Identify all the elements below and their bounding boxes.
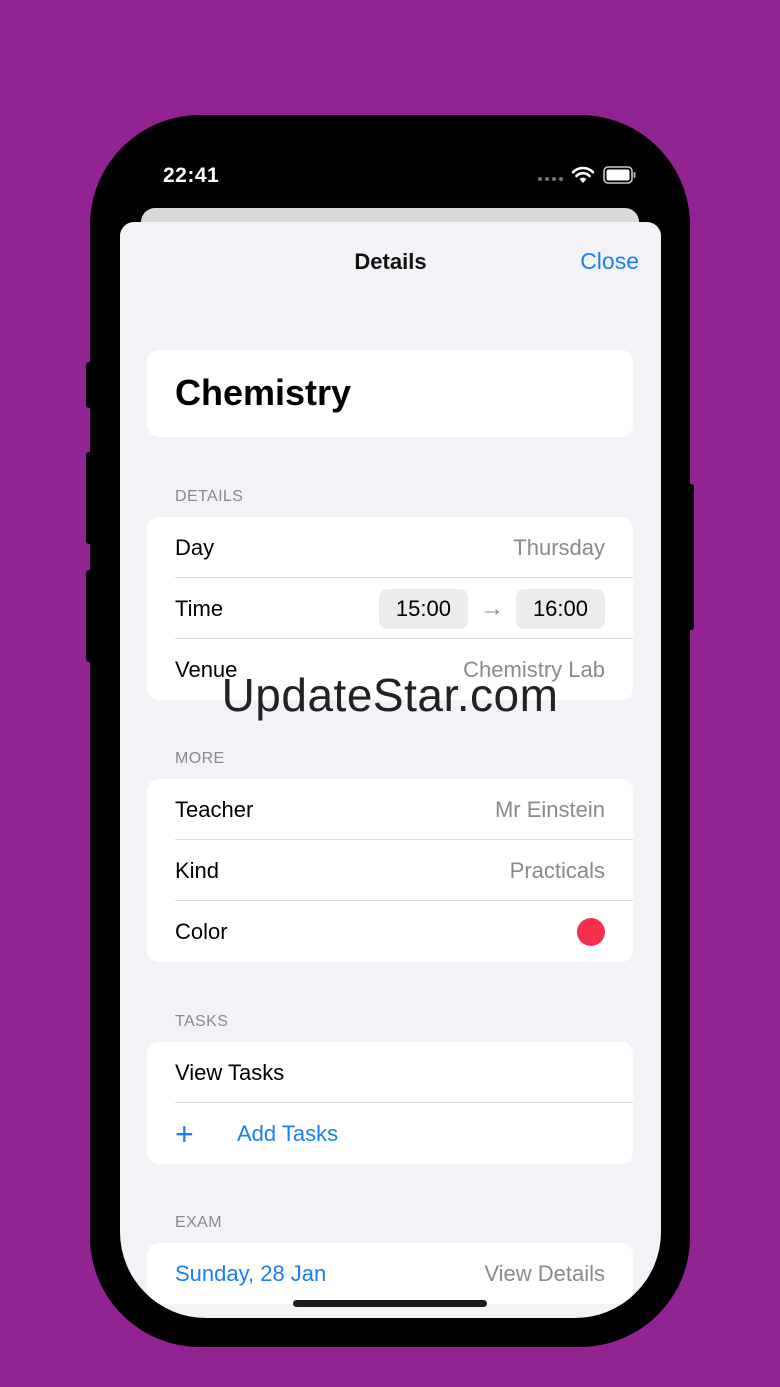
- wifi-icon: [571, 166, 595, 183]
- details-section-header: DETAILS: [175, 488, 244, 505]
- kind-row[interactable]: Kind Practicals: [147, 840, 633, 901]
- power-button: [688, 484, 694, 630]
- time-label: Time: [175, 595, 224, 621]
- day-value: Thursday: [513, 534, 605, 560]
- volume-up-button: [86, 452, 92, 544]
- close-button[interactable]: Close: [580, 248, 639, 275]
- arrow-right-icon: →: [479, 594, 504, 622]
- view-tasks-row[interactable]: View Tasks: [147, 1042, 633, 1103]
- mute-switch: [86, 362, 92, 408]
- plus-icon: +: [175, 1115, 194, 1152]
- status-icons: [538, 166, 637, 184]
- color-label: Color: [175, 918, 228, 944]
- subject-title-card[interactable]: Chemistry: [147, 350, 633, 437]
- time-row: Time 15:00 → 16:00: [147, 578, 633, 639]
- teacher-label: Teacher: [175, 796, 254, 822]
- exam-row[interactable]: Sunday, 28 Jan View Details: [147, 1243, 633, 1304]
- end-time-picker[interactable]: 16:00: [515, 588, 605, 629]
- start-time-picker[interactable]: 15:00: [378, 588, 468, 629]
- color-row[interactable]: Color: [147, 901, 633, 962]
- more-section-header: MORE: [175, 750, 225, 767]
- battery-icon: [603, 166, 636, 184]
- view-details-link[interactable]: View Details: [484, 1261, 605, 1287]
- day-label: Day: [175, 534, 215, 560]
- color-swatch[interactable]: [577, 917, 605, 946]
- day-row[interactable]: Day Thursday: [147, 517, 633, 578]
- add-tasks-button[interactable]: + Add Tasks: [147, 1103, 633, 1164]
- teacher-value: Mr Einstein: [494, 796, 605, 822]
- tasks-card: View Tasks + Add Tasks: [147, 1042, 633, 1164]
- exam-card: Sunday, 28 Jan View Details: [147, 1243, 633, 1304]
- time-range: 15:00 → 16:00: [378, 588, 605, 629]
- subject-name: Chemistry: [175, 372, 352, 413]
- more-card: Teacher Mr Einstein Kind Practicals Colo…: [147, 779, 633, 962]
- view-tasks-label: View Tasks: [175, 1059, 285, 1085]
- watermark-text: UpdateStar.com: [221, 669, 559, 721]
- exam-section-header: EXAM: [175, 1214, 222, 1231]
- teacher-row[interactable]: Teacher Mr Einstein: [147, 779, 633, 840]
- exam-date[interactable]: Sunday, 28 Jan: [175, 1261, 326, 1287]
- status-time: 22:41: [163, 164, 220, 187]
- kind-label: Kind: [175, 857, 220, 883]
- details-sheet: Details Close Chemistry DETAILS Day Thur…: [120, 222, 661, 1318]
- kind-value: Practicals: [509, 857, 605, 883]
- tasks-section-header: TASKS: [175, 1013, 229, 1030]
- volume-down-button: [86, 570, 92, 662]
- home-indicator[interactable]: [293, 1300, 487, 1307]
- signal-dots-icon: [538, 177, 563, 181]
- add-tasks-label: Add Tasks: [237, 1120, 339, 1146]
